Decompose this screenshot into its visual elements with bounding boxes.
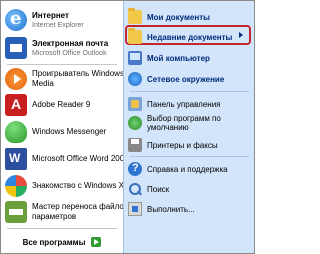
recent-item-label: Windows Messenger [32,127,107,136]
pinned-item-sublabel: Internet Explorer [32,21,84,29]
my-computer-icon [128,51,142,65]
internet-explorer-icon [5,9,27,31]
place-my-computer[interactable]: Мой компьютер [128,51,252,65]
recent-item-sublabel: Media [32,79,54,88]
place-label: Мой компьютер [147,53,210,63]
recent-item-adobe-reader[interactable]: Adobe Reader 9 [5,94,90,116]
help-support-icon [128,162,142,176]
files-transfer-wizard-icon [5,201,27,223]
recent-item-windows-messenger[interactable]: Windows Messenger [5,121,106,143]
recent-item-windows-xp-tour[interactable]: Знакомство с Windows XP [5,175,129,197]
default-programs-icon [128,116,142,130]
place-run[interactable]: Выполнить... [128,202,252,216]
network-places-icon [128,72,142,86]
place-default-programs[interactable]: Выбор программ по умолчанию [128,114,252,132]
windows-media-player-icon [5,68,27,90]
pinned-item-label: Электронная почта [32,38,109,48]
windows-messenger-icon [5,121,27,143]
place-label: Недавние документы [147,32,233,42]
place-search[interactable]: Поиск [128,182,252,196]
place-label: Поиск [147,184,170,194]
recent-item-sublabel: параметров [32,212,77,221]
place-printers-faxes[interactable]: Принтеры и факсы [128,138,252,152]
place-label: Принтеры и факсы [147,140,218,150]
arrow-right-icon [91,237,102,247]
place-recent-documents-content[interactable]: Недавние документы [128,28,252,44]
start-menu: Интернет Internet Explorer Электронная п… [0,0,255,254]
windows-xp-tour-icon [5,175,27,197]
recent-item-word-2007[interactable]: Microsoft Office Word 2007 [5,148,129,170]
recent-item-label: Мастер переноса файлов и [32,202,135,211]
pinned-item-email[interactable]: Электронная почта Microsoft Office Outlo… [5,37,108,59]
printers-faxes-icon [128,138,142,152]
place-label: Справка и поддержка [147,164,228,174]
place-control-panel[interactable]: Панель управления [128,97,252,111]
place-label: Выбор программ по [147,114,221,123]
separator [130,156,249,157]
start-menu-left-pane: Интернет Internet Explorer Электронная п… [1,1,135,253]
start-menu-right-pane: Мои документы Недавние документы Мой ком… [123,1,254,253]
place-label: Панель управления [147,99,221,109]
run-icon [128,202,142,216]
place-label: Сетевое окружение [147,74,225,84]
recent-item-label: Проигрыватель Windows [32,69,124,78]
recent-item-label: Знакомство с Windows XP [32,181,130,190]
all-programs-label: Все программы [22,237,86,247]
outlook-icon [5,37,27,59]
recent-item-windows-media[interactable]: Проигрыватель Windows Media [5,68,124,90]
search-icon [128,182,142,196]
place-network[interactable]: Сетевое окружение [128,72,252,86]
control-panel-icon [128,97,142,111]
pinned-item-label: Интернет [32,10,69,20]
all-programs-button[interactable]: Все программы [1,231,123,253]
place-my-documents[interactable]: Мои документы [128,8,252,24]
recent-item-label: Microsoft Office Word 2007 [32,154,129,163]
my-documents-icon [128,8,142,24]
place-label: Мои документы [147,12,210,22]
place-sublabel: умолчанию [147,123,189,132]
separator [130,91,249,92]
recent-item-label: Adobe Reader 9 [32,100,91,109]
recent-documents-icon [128,28,142,44]
separator [7,64,117,65]
pinned-item-internet[interactable]: Интернет Internet Explorer [5,9,84,31]
place-label: Выполнить... [147,204,195,214]
pinned-item-sublabel: Microsoft Office Outlook [32,49,107,57]
word-icon [5,148,27,170]
place-help-support[interactable]: Справка и поддержка [128,162,252,176]
adobe-reader-icon [5,94,27,116]
recent-item-transfer-wizard[interactable]: Мастер переноса файлов и параметров [5,201,135,223]
separator [7,228,117,229]
